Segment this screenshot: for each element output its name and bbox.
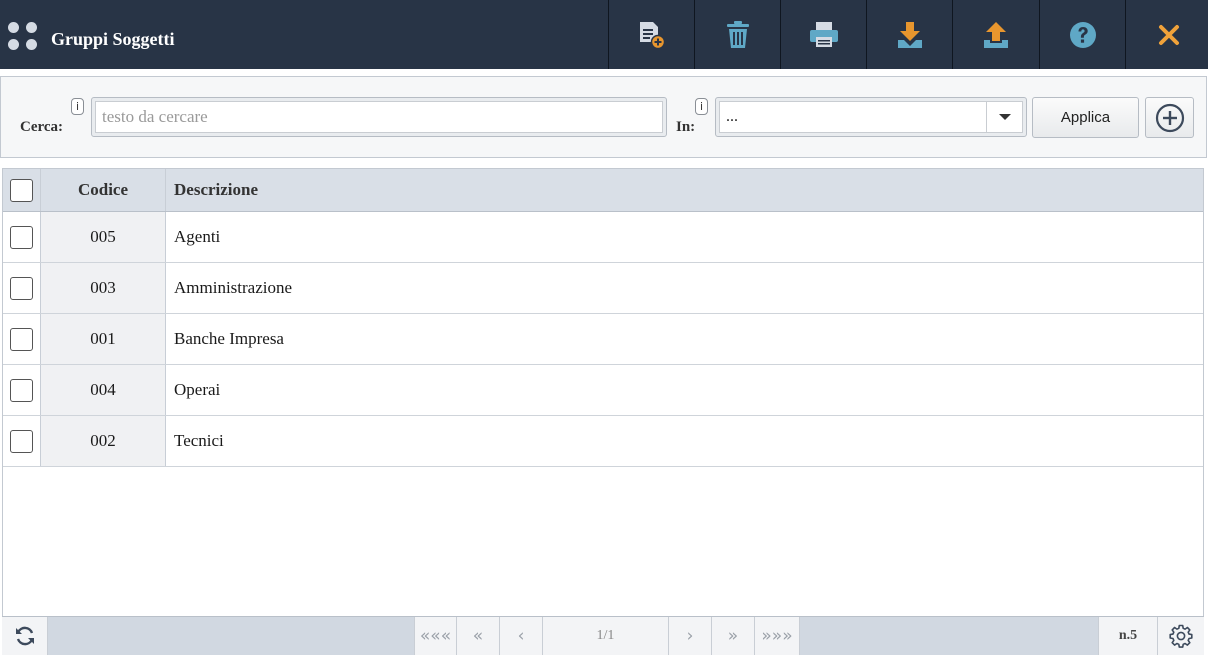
chevron-down-icon[interactable] <box>986 102 1022 132</box>
settings-button[interactable] <box>1158 617 1204 655</box>
row-code: 004 <box>41 365 166 415</box>
search-in-value: ... <box>726 108 738 125</box>
row-description: Tecnici <box>174 431 224 450</box>
row-description: Agenti <box>174 227 221 246</box>
table-row[interactable]: 002 Tecnici <box>3 416 1203 467</box>
refresh-button[interactable] <box>2 617 48 655</box>
trash-icon <box>726 20 749 48</box>
row-checkbox[interactable] <box>10 276 33 300</box>
row-checkbox[interactable] <box>10 327 33 351</box>
search-in-select[interactable]: ... <box>715 97 1027 137</box>
row-description: Operai <box>174 380 221 399</box>
printer-icon <box>809 21 838 47</box>
select-all-cell <box>3 169 41 211</box>
previous-block-button[interactable]: « <box>457 617 500 655</box>
record-count: n.5 <box>1098 617 1158 655</box>
upload-icon <box>983 21 1008 48</box>
search-field <box>91 97 667 137</box>
close-button[interactable] <box>1125 0 1208 69</box>
search-input[interactable] <box>95 101 663 133</box>
row-checkbox[interactable] <box>10 378 33 402</box>
grid-dots-icon[interactable] <box>8 22 38 52</box>
column-header-description[interactable]: Descrizione <box>166 169 1203 211</box>
gear-icon <box>1169 624 1193 648</box>
download-icon <box>897 21 922 48</box>
search-label: Cerca: <box>20 119 64 135</box>
search-info-icon[interactable]: i <box>71 98 84 115</box>
upload-button[interactable] <box>952 0 1038 69</box>
help-icon <box>1069 21 1096 48</box>
row-checkbox[interactable] <box>10 429 33 453</box>
search-in-label: In: <box>676 119 696 135</box>
new-document-button[interactable] <box>608 0 694 69</box>
page-title: Gruppi Soggetti <box>51 29 175 49</box>
refresh-icon <box>15 626 34 646</box>
search-bar: Cerca: i In: i ... Applica <box>0 76 1207 158</box>
search-in-info-icon[interactable]: i <box>695 98 708 115</box>
pager-bar: ««« « ‹ 1/1 › » »»» n.5 <box>2 616 1204 655</box>
row-code: 002 <box>41 416 166 466</box>
last-page-button[interactable]: »»» <box>755 617 800 655</box>
row-select-cell <box>3 416 41 466</box>
first-page-button[interactable]: ««« <box>414 617 457 655</box>
row-select-cell <box>3 365 41 415</box>
page-indicator: 1/1 <box>543 617 669 655</box>
help-button[interactable] <box>1039 0 1125 69</box>
row-select-cell <box>3 263 41 313</box>
row-checkbox[interactable] <box>10 225 33 249</box>
data-grid: Codice Descrizione 005 Agenti 003 Ammini… <box>2 168 1204 655</box>
row-code: 001 <box>41 314 166 364</box>
close-icon <box>1158 24 1179 45</box>
table-row[interactable]: 004 Operai <box>3 365 1203 416</box>
row-code: 005 <box>41 212 166 262</box>
table-header: Codice Descrizione <box>3 169 1203 212</box>
download-button[interactable] <box>866 0 952 69</box>
row-description: Amministrazione <box>174 278 293 297</box>
table-row[interactable]: 003 Amministrazione <box>3 263 1203 314</box>
apply-button[interactable]: Applica <box>1032 97 1139 138</box>
table-row[interactable]: 001 Banche Impresa <box>3 314 1203 365</box>
column-header-code[interactable]: Codice <box>41 169 166 211</box>
row-select-cell <box>3 212 41 262</box>
row-select-cell <box>3 314 41 364</box>
table-row[interactable]: 005 Agenti <box>3 212 1203 263</box>
plus-circle-icon <box>1155 103 1184 132</box>
print-button[interactable] <box>780 0 866 69</box>
row-description: Banche Impresa <box>174 329 284 348</box>
delete-button[interactable] <box>694 0 780 69</box>
next-page-button[interactable]: › <box>669 617 712 655</box>
row-code: 003 <box>41 263 166 313</box>
app-header: Gruppi Soggetti <box>0 0 1208 69</box>
add-filter-button[interactable] <box>1145 97 1194 138</box>
previous-page-button[interactable]: ‹ <box>500 617 543 655</box>
next-block-button[interactable]: » <box>712 617 755 655</box>
select-all-checkbox[interactable] <box>10 178 33 202</box>
new-document-icon <box>639 21 665 49</box>
